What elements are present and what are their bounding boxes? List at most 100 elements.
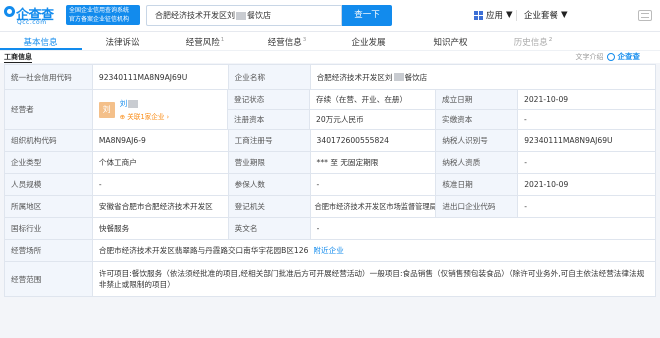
scope-value: 许可项目:餐饮服务（依法须经批准的项目,经相关部门批准后方可开展经营活动）一般项…	[93, 262, 656, 296]
table-row: 国标行业 快餐服务 英文名 -	[5, 218, 656, 240]
taxpayer-id-label: 纳税人识别号	[436, 130, 519, 151]
approval-label: 核准日期	[436, 174, 519, 195]
approval-value: 2021-10-09	[518, 174, 656, 195]
capital-label: 注册资本	[228, 110, 310, 129]
search-button[interactable]: 查一下	[342, 5, 392, 26]
related-companies-link[interactable]: ⊕ 关联1家企业 ›	[120, 111, 170, 121]
redacted-mark	[236, 11, 246, 20]
address-label: 经营场所	[5, 240, 93, 261]
chevron-down-icon: ▼	[506, 10, 513, 20]
taxpayer-qual-label: 纳税人资质	[436, 152, 519, 173]
tab-history[interactable]: 历史信息2	[492, 32, 574, 50]
status-value: 存续（在营、开业、在册）	[310, 90, 436, 109]
tab-basic-info[interactable]: 基本信息	[0, 32, 82, 50]
table-row: 统一社会信用代码 92340111MA8N9AJ69U 企业名称 合肥经济技术开…	[5, 65, 656, 90]
reg-no-value[interactable]: 340172600555824	[311, 130, 437, 151]
region-value: 安徽省合肥市合肥经济技术开发区	[93, 196, 229, 217]
qcc-logo[interactable]: 企查查 Qcc.com	[4, 4, 64, 26]
apps-label: 应用	[486, 11, 504, 21]
import-export-value: -	[518, 196, 656, 217]
taxpayer-qual-value: -	[518, 152, 656, 173]
import-export-label: 进出口企业代码	[436, 196, 519, 217]
taxpayer-id-value[interactable]: 92340111MA8N9AJ69U	[518, 130, 656, 151]
region-label: 所属地区	[5, 196, 93, 217]
tab-operation-info[interactable]: 经营信息3	[246, 32, 328, 50]
insured-value: -	[311, 174, 437, 195]
authority-value: 合肥市经济技术开发区市场监督管理局	[311, 196, 437, 217]
section-header: 工商信息 文字介绍 企查查	[0, 50, 660, 63]
operator-value: 刘 刘 ⊕ 关联1家企业 ›	[93, 90, 228, 129]
paid-capital-label: 实缴资本	[436, 110, 518, 129]
search-value: 合肥经济技术开发区刘	[155, 11, 235, 20]
company-name-label: 企业名称	[228, 65, 311, 89]
search-value-suffix: 餐饮店	[247, 11, 271, 20]
tabs-fade-overlay	[580, 32, 660, 50]
staff-label: 人员规模	[5, 174, 93, 195]
staff-value: -	[93, 174, 229, 195]
section-title: 工商信息	[4, 53, 32, 63]
tab-development[interactable]: 企业发展	[328, 32, 410, 50]
term-value: *** 至 无固定期限	[311, 152, 437, 173]
address-value: 合肥市经济技术开发区翡翠路与丹霞路交口南华宇花园B区126 附近企业	[93, 240, 656, 261]
term-label: 营业期限	[228, 152, 311, 173]
vip-package-menu[interactable]: 企业套餐 ▼	[524, 9, 568, 21]
org-code-value[interactable]: MA8N9AJ6-9	[93, 130, 229, 151]
redacted-mark	[393, 73, 404, 81]
link-icon: ⊕	[119, 113, 126, 121]
org-code-label: 组织机构代码	[5, 130, 93, 151]
table-row: 经营场所 合肥市经济技术开发区翡翠路与丹霞路交口南华宇花园B区126 附近企业	[5, 240, 656, 262]
capital-value: 20万元人民币	[310, 110, 436, 129]
industry-value[interactable]: 快餐服务	[93, 218, 229, 239]
credit-code-label: 统一社会信用代码	[5, 65, 93, 89]
authority-label: 登记机关	[228, 196, 311, 217]
qcc-watermark-icon	[606, 53, 615, 61]
table-row: 登记状态 存续（在营、开业、在册） 成立日期 2021-10-09	[228, 90, 656, 110]
text-intro-link[interactable]: 文字介绍	[576, 51, 604, 63]
table-row: 企业类型 个体工商户 营业期限 *** 至 无固定期限 纳税人资质 -	[5, 152, 656, 174]
tab-ip[interactable]: 知识产权	[410, 32, 492, 50]
redacted-mark	[128, 100, 139, 108]
logo-domain: Qcc.com	[17, 19, 47, 26]
slogan-line-1: 全国企业信用查询系统	[69, 7, 130, 14]
chevron-down-icon: ▼	[561, 10, 568, 20]
table-row-group: 经营者 刘 刘 ⊕ 关联1家企业 › 登记状态 存续（在营、开业、在册） 成立日…	[5, 90, 656, 130]
vip-label: 企业套餐	[524, 11, 559, 21]
type-value: 个体工商户	[93, 152, 229, 173]
company-name-value[interactable]: 合肥经济技术开发区刘 餐饮店	[311, 65, 656, 89]
table-row: 经营范围 许可项目:餐饮服务（依法须经批准的项目,经相关部门批准后方可开展经营活…	[5, 262, 656, 297]
section-tabs: 基本信息 法律诉讼 经营风险1 经营信息3 企业发展 知识产权 历史信息2	[0, 32, 660, 50]
type-label: 企业类型	[5, 152, 93, 173]
status-label: 登记状态	[228, 90, 310, 109]
tab-litigation[interactable]: 法律诉讼	[82, 32, 164, 50]
reg-no-label: 工商注册号	[228, 130, 311, 151]
table-row: 人员规模 - 参保人数 - 核准日期 2021-10-09	[5, 174, 656, 196]
english-name-label: 英文名	[228, 218, 311, 239]
qcc-logo-icon	[4, 6, 15, 17]
paid-capital-value: -	[518, 110, 656, 129]
more-menu-icon[interactable]	[638, 10, 652, 21]
scope-label: 经营范围	[5, 262, 93, 296]
established-label: 成立日期	[436, 90, 518, 109]
established-value: 2021-10-09	[518, 90, 656, 109]
slogan-badge: 全国企业信用查询系统 官方备案企业征信机构	[66, 5, 140, 25]
section-tools: 文字介绍 企查查	[576, 51, 641, 63]
credit-code-value[interactable]: 92340111MA8N9AJ69U	[93, 65, 229, 89]
top-header: 企查查 Qcc.com 全国企业信用查询系统 官方备案企业征信机构 合肥经济技术…	[0, 0, 660, 32]
operator-label: 经营者	[5, 90, 93, 129]
business-info-table: 统一社会信用代码 92340111MA8N9AJ69U 企业名称 合肥经济技术开…	[4, 64, 656, 297]
nearby-companies-link[interactable]: 附近企业	[313, 245, 343, 256]
avatar[interactable]: 刘	[98, 101, 115, 118]
table-row: 所属地区 安徽省合肥市合肥经济技术开发区 登记机关 合肥市经济技术开发区市场监督…	[5, 196, 656, 218]
apps-grid-icon	[474, 10, 483, 20]
nav-divider	[516, 10, 517, 21]
table-row: 注册资本 20万元人民币 实缴资本 -	[228, 110, 656, 129]
operator-name[interactable]: 刘	[120, 98, 170, 109]
insured-label: 参保人数	[228, 174, 311, 195]
apps-menu[interactable]: 应用 ▼	[474, 9, 513, 21]
qcc-watermark-text: 企查查	[617, 52, 641, 61]
table-row: 组织机构代码 MA8N9AJ6-9 工商注册号 340172600555824 …	[5, 130, 656, 152]
english-name-value: -	[311, 218, 656, 239]
tab-operation-risk[interactable]: 经营风险1	[164, 32, 246, 50]
industry-label: 国标行业	[5, 218, 93, 239]
search-input[interactable]: 合肥经济技术开发区刘 餐饮店	[146, 5, 342, 26]
